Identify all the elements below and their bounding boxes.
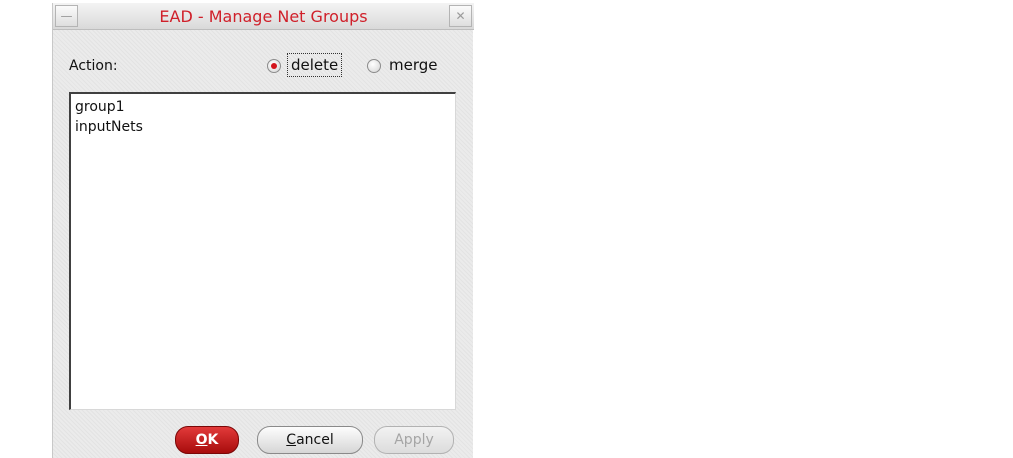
title-bar[interactable]: — EAD - Manage Net Groups ✕ (53, 3, 474, 30)
ok-button[interactable]: OK (175, 426, 239, 454)
action-radio-group: delete merge (265, 53, 470, 81)
window-title: EAD - Manage Net Groups (159, 7, 368, 26)
minimize-icon[interactable]: — (55, 5, 78, 27)
close-icon[interactable]: ✕ (449, 5, 472, 27)
cancel-mnemonic: C (286, 432, 297, 448)
delete-radio-label[interactable]: delete (287, 53, 343, 77)
cancel-label: ancel (296, 432, 334, 448)
list-item[interactable]: inputNets (75, 117, 451, 137)
net-groups-list[interactable]: group1 inputNets (69, 92, 456, 410)
cancel-button[interactable]: Cancel (257, 426, 363, 454)
manage-net-groups-dialog: — EAD - Manage Net Groups ✕ Action: dele… (52, 3, 474, 458)
list-item[interactable]: group1 (75, 97, 451, 117)
delete-radio-button[interactable] (267, 59, 281, 73)
ok-mnemonic: O (195, 432, 208, 448)
merge-radio-button[interactable] (367, 59, 381, 73)
apply-button[interactable]: Apply (374, 426, 454, 454)
merge-radio-label[interactable]: merge (389, 55, 438, 75)
ok-label: K (207, 432, 219, 448)
action-label: Action: (69, 58, 118, 74)
